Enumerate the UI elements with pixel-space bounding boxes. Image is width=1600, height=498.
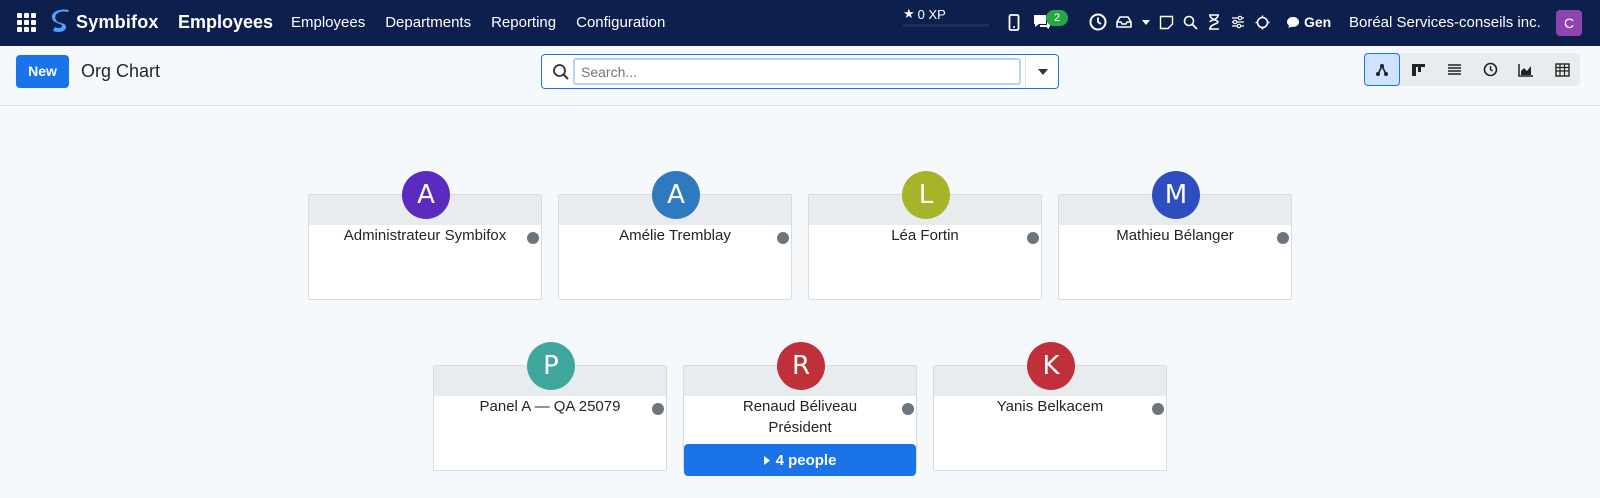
caret-down-icon [1037,68,1048,75]
graph-view-button[interactable] [1508,53,1544,86]
subordinates-button[interactable]: 4 people [684,444,916,476]
chat-bubble-icon [1287,16,1299,28]
org-chart-icon [1376,63,1388,76]
presence-status-icon [1027,232,1039,244]
employee-card[interactable]: L Léa Fortin [808,171,1042,300]
employee-card[interactable]: K Yanis Belkacem [933,342,1167,471]
menu-departments[interactable]: Departments [385,14,471,31]
hourglass-icon[interactable] [1205,12,1223,32]
brand-logo[interactable]: Symbifox [50,9,159,35]
list-view-button[interactable] [1436,53,1472,86]
search-options-toggle[interactable] [1025,55,1059,88]
presence-status-icon [1277,232,1289,244]
employee-name[interactable]: Yanis Belkacem [934,398,1166,415]
employee-name[interactable]: Léa Fortin [809,227,1041,244]
inbox-icon[interactable] [1115,12,1133,32]
bug-icon[interactable] [1253,12,1271,32]
employee-card[interactable]: P Panel A — QA 25079 [433,342,667,471]
search-input[interactable] [573,58,1021,85]
employee-card[interactable]: A Amélie Tremblay [558,171,792,300]
employee-avatar[interactable]: K [1027,342,1075,390]
subordinates-count: 4 people [775,451,837,469]
org-chart-view-button[interactable] [1364,53,1400,86]
apps-menu-icon[interactable] [17,13,36,32]
employee-avatar[interactable]: A [652,171,700,219]
search-icon [553,64,569,80]
gen-label: Gen [1304,14,1332,30]
clock-icon [1483,62,1497,77]
menu-configuration[interactable]: Configuration [576,14,665,31]
kanban-view-button[interactable] [1400,53,1436,86]
employee-name[interactable]: Renaud Béliveau [684,398,916,415]
employee-avatar[interactable]: P [527,342,575,390]
company-switcher[interactable]: Boréal Services-conseils inc. [1349,14,1541,31]
employee-name[interactable]: Panel A — QA 25079 [434,398,666,415]
caret-right-icon [763,455,770,465]
list-icon [1447,64,1461,75]
star-icon: ★ [903,6,915,21]
caret-down-icon[interactable] [1141,12,1151,32]
sliders-icon[interactable] [1229,12,1247,32]
presence-status-icon [777,232,789,244]
top-menu: Employees Departments Reporting Configur… [291,14,685,31]
employee-card[interactable]: R Renaud Béliveau Président 4 people [683,342,917,476]
clock-icon[interactable] [1089,12,1107,32]
search-bar [541,54,1059,89]
brand-name: Symbifox [76,11,159,32]
presence-status-icon [1152,403,1164,415]
presence-status-icon [902,403,914,415]
employee-job-title: Président [768,419,832,436]
view-switcher [1364,53,1580,86]
user-avatar[interactable]: C [1556,10,1582,36]
employee-card[interactable]: A Administrateur Symbifox [308,171,542,300]
top-navbar: Symbifox Employees Employees Departments… [0,0,1600,46]
app-title[interactable]: Employees [178,12,273,33]
activity-view-button[interactable] [1472,53,1508,86]
note-icon[interactable] [1157,12,1175,32]
gen-chat-button[interactable]: Gen [1286,14,1331,30]
breadcrumb: Org Chart [81,61,161,81]
employee-name[interactable]: Amélie Tremblay [559,227,791,244]
kanban-icon [1411,63,1425,76]
new-button[interactable]: New [16,55,69,88]
control-panel: New Org Chart [0,46,1600,106]
menu-employees[interactable]: Employees [291,14,365,31]
search-icon[interactable] [1181,12,1199,32]
pivot-view-button[interactable] [1544,53,1580,86]
xp-progress-bar [903,24,989,27]
employee-name[interactable]: Administrateur Symbifox [309,227,541,244]
menu-reporting[interactable]: Reporting [491,14,556,31]
logo-mark-icon [51,9,69,32]
mobile-icon[interactable] [1005,12,1023,32]
employee-name[interactable]: Mathieu Bélanger [1059,227,1291,244]
employee-avatar[interactable]: R [777,342,825,390]
messages-count-badge: 2 [1046,10,1068,26]
area-chart-icon [1518,63,1533,77]
employee-avatar[interactable]: M [1152,171,1200,219]
table-icon [1554,62,1570,77]
employee-avatar[interactable]: A [402,171,450,219]
xp-indicator[interactable]: ★ 0 XP [903,6,946,22]
xp-label: 0 XP [917,6,946,22]
employee-card[interactable]: M Mathieu Bélanger [1058,171,1292,300]
presence-status-icon [527,232,539,244]
employee-avatar[interactable]: L [902,171,950,219]
presence-status-icon [652,403,664,415]
